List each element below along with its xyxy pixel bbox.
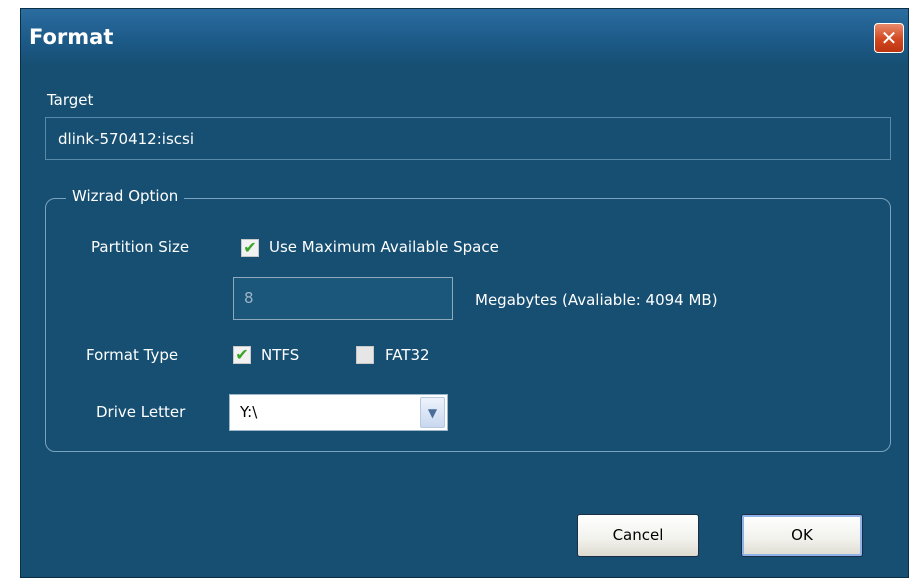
drive-letter-select[interactable]: Y:\ ▼ (229, 394, 448, 431)
fat32-checkbox[interactable] (356, 346, 374, 364)
partition-size-label: Partition Size (91, 238, 190, 256)
ntfs-label[interactable]: NTFS (261, 346, 299, 364)
ntfs-checkbox[interactable]: ✔ (233, 346, 251, 364)
partition-size-value: 8 (244, 289, 254, 307)
dialog-title: Format (29, 25, 114, 49)
use-max-space-checkbox[interactable]: ✔ (241, 239, 259, 257)
format-dialog: Format ✕ Target dlink-570412:iscsi Wizra… (20, 8, 909, 578)
use-max-space-label[interactable]: Use Maximum Available Space (269, 238, 499, 256)
check-icon: ✔ (235, 345, 249, 364)
target-field: dlink-570412:iscsi (45, 117, 891, 160)
cancel-button[interactable]: Cancel (577, 514, 699, 557)
close-icon: ✕ (880, 26, 898, 50)
wizard-option-legend: Wizrad Option (66, 187, 185, 205)
partition-size-input[interactable]: 8 (233, 277, 453, 320)
target-label: Target (47, 91, 94, 109)
title-bar[interactable]: Format ✕ (21, 9, 908, 66)
megabytes-available-label: Megabytes (Avaliable: 4094 MB) (475, 291, 718, 309)
drive-letter-label: Drive Letter (96, 403, 186, 421)
close-button[interactable]: ✕ (874, 23, 904, 53)
dropdown-button[interactable]: ▼ (420, 397, 445, 428)
check-icon: ✔ (243, 238, 257, 257)
ok-button[interactable]: OK (741, 514, 863, 557)
drive-letter-value: Y:\ (240, 403, 258, 421)
format-type-label: Format Type (86, 346, 179, 364)
chevron-down-icon: ▼ (427, 406, 438, 420)
target-value: dlink-570412:iscsi (58, 130, 194, 148)
fat32-label[interactable]: FAT32 (385, 346, 430, 364)
